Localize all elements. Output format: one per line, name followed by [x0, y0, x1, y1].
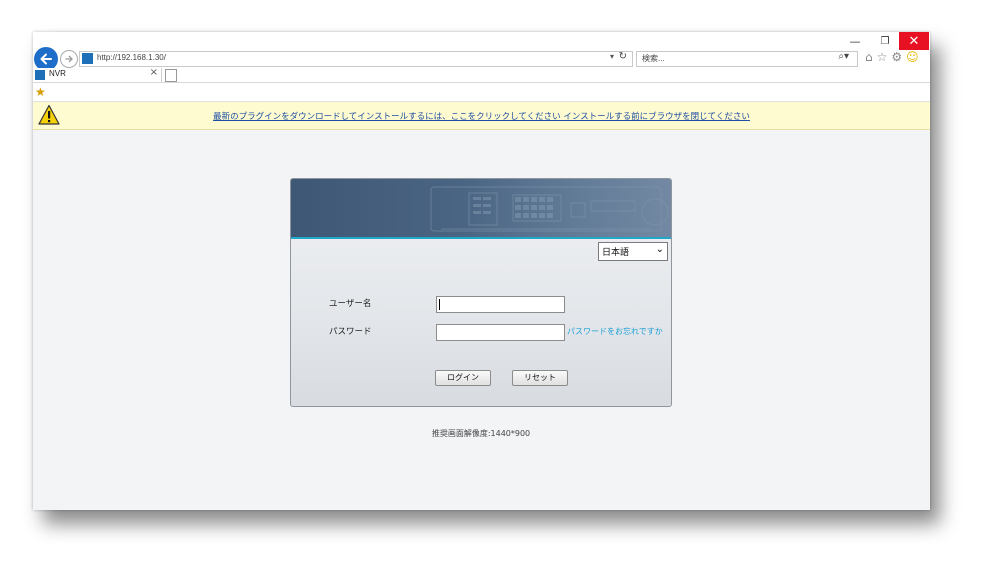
toolbar-icons: ⌂ ☆ ⚙ ☺ [865, 50, 919, 64]
recommended-resolution-note: 推奨画面解像度:1440*900 [431, 429, 531, 438]
site-icon [82, 53, 93, 64]
smiley-icon[interactable]: ☺ [906, 50, 919, 64]
username-field[interactable] [436, 296, 565, 313]
site-icon [35, 70, 45, 80]
close-button[interactable]: ✕ [899, 32, 929, 50]
search-placeholder: 検索... [642, 54, 665, 63]
minimize-button[interactable]: — [841, 32, 869, 50]
forward-button[interactable] [60, 50, 78, 68]
chevron-down-icon: ⌄ [655, 244, 664, 255]
arrow-right-icon [65, 55, 73, 63]
star-icon[interactable]: ☆ [877, 50, 888, 64]
plugin-info-bar: 最新のプラグインをダウンロードしてインストールするには、ここをクリックしてくださ… [33, 102, 930, 130]
address-bar[interactable]: http://192.168.1.30/ ▾ ↻ [79, 51, 633, 67]
favorites-bar: ★ [33, 83, 930, 102]
search-input[interactable]: 検索... ⌕▾ [636, 51, 858, 67]
reset-button[interactable]: リセット [512, 370, 568, 386]
login-panel: 日本語 ⌄ ユーザー名 パスワード パスワードをお忘れですか ログイン リセット [290, 178, 672, 407]
plugin-download-link[interactable]: 最新のプラグインをダウンロードしてインストールするには、ここをクリックしてくださ… [33, 110, 930, 122]
text-cursor [439, 299, 440, 310]
password-field[interactable] [436, 324, 565, 341]
refresh-icon[interactable]: ↻ [619, 51, 627, 62]
url-text: http://192.168.1.30/ [97, 53, 166, 62]
language-select[interactable]: 日本語 ⌄ [598, 242, 668, 261]
login-button[interactable]: ログイン [435, 370, 491, 386]
title-bar: — ❐ ✕ [33, 32, 930, 50]
restore-button[interactable]: ❐ [871, 32, 899, 50]
new-tab-button[interactable] [165, 69, 177, 82]
password-label: パスワード [329, 327, 372, 337]
nvr-device-graphic [430, 186, 669, 232]
tab-nvr[interactable]: NVR × [33, 67, 162, 82]
close-tab-icon[interactable]: × [150, 67, 158, 78]
tab-label: NVR [49, 69, 66, 78]
chevron-down-icon[interactable]: ▾ [610, 52, 614, 61]
browser-window: — ❐ ✕ http://192.168.1.30/ ▾ ↻ 検索... ⌕▾ … [33, 32, 930, 510]
forgot-password-link[interactable]: パスワードをお忘れですか [567, 326, 663, 337]
home-icon[interactable]: ⌂ [865, 50, 873, 64]
gear-icon[interactable]: ⚙ [891, 50, 902, 64]
tab-strip: NVR × [33, 67, 930, 83]
search-icon[interactable]: ⌕▾ [838, 51, 849, 62]
arrow-left-icon [40, 53, 52, 65]
language-value: 日本語 [602, 248, 630, 258]
username-label: ユーザー名 [329, 299, 372, 309]
favorites-star-icon[interactable]: ★ [35, 85, 46, 99]
header-banner [291, 179, 671, 239]
